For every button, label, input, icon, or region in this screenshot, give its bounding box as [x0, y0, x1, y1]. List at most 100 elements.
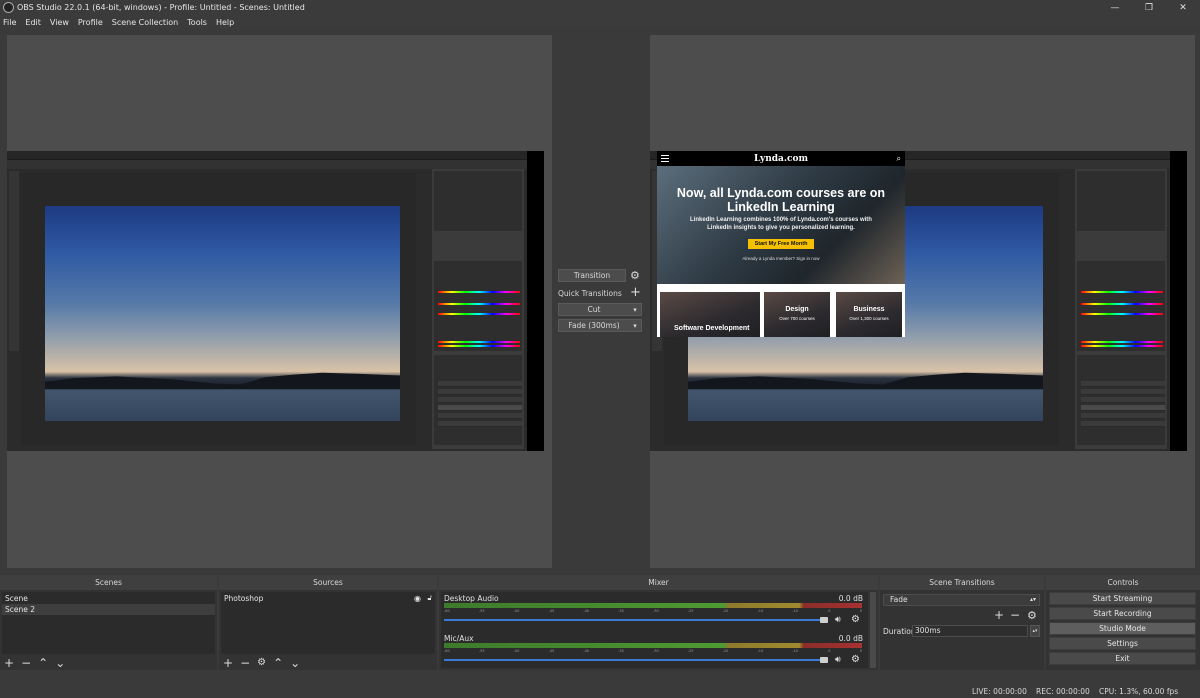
scenes-toolbar: + − ⌃ ⌄ [4, 656, 72, 670]
mixer-dock: Mixer Desktop Audio 0.0 dB -60 -55 -50 -45-… [439, 575, 878, 670]
menu-bar: File Edit View Profile Scene Collection … [0, 15, 1200, 29]
card-subtitle: Over 1,300 courses [849, 316, 889, 321]
preview-pane[interactable] [7, 35, 552, 568]
source-properties-gear-icon[interactable]: ⚙ [257, 657, 266, 669]
close-button[interactable]: ✕ [1166, 0, 1200, 15]
quick-transition-fade[interactable]: Fade (300ms) ▾ [558, 319, 642, 332]
settings-button[interactable]: Settings [1049, 637, 1196, 650]
speaker-icon[interactable]: 🔊︎ [835, 615, 841, 625]
remove-source-minus-icon[interactable]: − [240, 657, 250, 669]
scenes-list: Scene Scene 2 [2, 592, 215, 654]
transition-select[interactable]: Fade ▴▾ [883, 594, 1040, 606]
lynda-cta-button: Start My Free Month [748, 239, 814, 249]
controls-dock: Controls Start Streaming Start Recording… [1046, 575, 1200, 670]
live-time: LIVE: 00:00:00 [972, 687, 1027, 696]
scenes-dock: Scenes Scene Scene 2 + − ⌃ ⌄ [0, 575, 217, 670]
gear-icon[interactable]: ⚙ [851, 614, 860, 625]
search-icon: ⌕ [896, 154, 901, 163]
quick-transition-cut[interactable]: Cut ▾ [558, 303, 642, 316]
add-scene-plus-icon[interactable]: + [4, 657, 14, 669]
eye-icon[interactable]: ◉ [414, 593, 421, 604]
scene-item[interactable]: Scene [2, 593, 215, 604]
lynda-course-cards: Software Development Design Over 700 cou… [657, 284, 905, 337]
scene-transitions-dock: Scene Transitions Fade ▴▾ + − ⚙ Duration… [880, 575, 1044, 670]
sources-toolbar: + − ⚙ ⌃ ⌄ [223, 656, 307, 670]
quick-transitions-label: Quick Transitions [558, 289, 622, 298]
menu-tools[interactable]: Tools [187, 18, 207, 27]
mixer-scrollbar[interactable] [870, 592, 876, 668]
speaker-icon[interactable]: 🔊︎ [835, 655, 841, 665]
lock-icon[interactable]: 🔓︎ [427, 593, 432, 604]
window-controls: — ❐ ✕ [1098, 0, 1200, 15]
remove-scene-minus-icon[interactable]: − [21, 657, 31, 669]
menu-profile[interactable]: Profile [78, 18, 103, 27]
ps-properties-panel [434, 261, 522, 351]
desktop-audio-db: 0.0 dB [838, 594, 863, 603]
obs-logo-icon [3, 2, 14, 13]
status-bar: LIVE: 00:00:00 REC: 00:00:00 CPU: 1.3%, … [0, 684, 1200, 698]
move-down-arrow-down-icon[interactable]: ⌄ [55, 657, 65, 669]
duration-spinner[interactable]: ▴▾ [1030, 625, 1040, 637]
lynda-header: Lynda.com ⌕ [657, 151, 905, 166]
card-title: Software Development [674, 325, 750, 332]
title-bar: OBS Studio 22.0.1 (64-bit, windows) - Pr… [0, 0, 1200, 15]
mic-aux-fader[interactable] [444, 659, 820, 661]
minus-icon[interactable]: − [1010, 608, 1020, 622]
rec-time: REC: 00:00:00 [1036, 687, 1090, 696]
ps-layers-panel [1077, 355, 1165, 445]
ps-optionsbar [7, 160, 544, 169]
lynda-headline: Now, all Lynda.com courses are on Linked… [676, 186, 886, 214]
card-subtitle: Over 700 courses [779, 316, 815, 321]
menu-view[interactable]: View [50, 18, 69, 27]
desktop-audio-fader[interactable] [444, 619, 820, 621]
mixer-header: Mixer [439, 575, 878, 590]
menu-file[interactable]: File [3, 18, 16, 27]
meter-scale: -60 -55 -50 -45 -40 -35 -30 -25 -20 -15 -10 -5 0 [444, 649, 862, 653]
lynda-hero: Now, all Lynda.com courses are on Linked… [657, 166, 905, 284]
menu-scene-collection[interactable]: Scene Collection [112, 18, 179, 27]
scene-item[interactable]: Scene 2 [2, 604, 215, 615]
photoshop-capture [7, 151, 544, 451]
start-streaming-button[interactable]: Start Streaming [1049, 592, 1196, 605]
gear-icon[interactable]: ⚙ [630, 270, 640, 281]
ps-panels [1075, 169, 1167, 449]
minimize-button[interactable]: — [1098, 0, 1132, 15]
source-label: Photoshop [224, 594, 264, 603]
studio-mode-button[interactable]: Studio Mode [1049, 622, 1196, 635]
desktop-audio-fader-knob[interactable] [820, 617, 828, 623]
move-up-arrow-up-icon[interactable]: ⌃ [38, 657, 48, 669]
gear-icon[interactable]: ⚙ [851, 654, 860, 665]
meter-scale: -60 -55 -50 -45 -40 -35 -30 -25 -20 -15 -10 -5 0 [444, 609, 862, 613]
card-title: Design [785, 306, 809, 313]
sources-dock: Sources Photoshop ◉ 🔓︎ + − ⚙ ⌃ ⌄ [219, 575, 437, 670]
scenes-header: Scenes [0, 575, 217, 590]
transition-button[interactable]: Transition [558, 269, 626, 282]
gear-icon[interactable]: ⚙ [1027, 609, 1037, 622]
ps-properties-panel [1077, 261, 1165, 351]
mic-aux-fader-knob[interactable] [820, 657, 828, 663]
quick-transition-label: Cut [587, 305, 601, 314]
mixer-body: Desktop Audio 0.0 dB -60 -55 -50 -45 -40 -35-… [441, 592, 868, 668]
exit-button[interactable]: Exit [1049, 652, 1196, 665]
lynda-browser-overlay: Lynda.com ⌕ Now, all Lynda.com courses a… [657, 151, 905, 337]
capture-black-edge [1170, 151, 1187, 451]
duration-input[interactable]: 300ms [912, 625, 1028, 637]
move-down-arrow-down-icon[interactable]: ⌄ [290, 657, 300, 669]
add-source-plus-icon[interactable]: + [223, 657, 233, 669]
lynda-card-design: Design Over 700 courses [764, 292, 830, 337]
lynda-card-business: Business Over 1,300 courses [836, 292, 902, 337]
menu-help[interactable]: Help [216, 18, 234, 27]
hamburger-menu-icon [661, 155, 669, 162]
maximize-button[interactable]: ❐ [1132, 0, 1166, 15]
plus-icon[interactable]: + [630, 286, 641, 299]
ps-history-panel [434, 171, 522, 231]
move-up-arrow-up-icon[interactable]: ⌃ [273, 657, 283, 669]
program-pane[interactable]: Lynda.com ⌕ Now, all Lynda.com courses a… [650, 35, 1195, 568]
menu-edit[interactable]: Edit [25, 18, 41, 27]
sources-header: Sources [219, 575, 437, 590]
duration-label: Duration [883, 627, 916, 636]
lynda-signin-text: Already a Lynda member? Sign in now [742, 256, 820, 261]
source-item[interactable]: Photoshop ◉ 🔓︎ [221, 593, 435, 604]
plus-icon[interactable]: + [994, 608, 1004, 622]
start-recording-button[interactable]: Start Recording [1049, 607, 1196, 620]
